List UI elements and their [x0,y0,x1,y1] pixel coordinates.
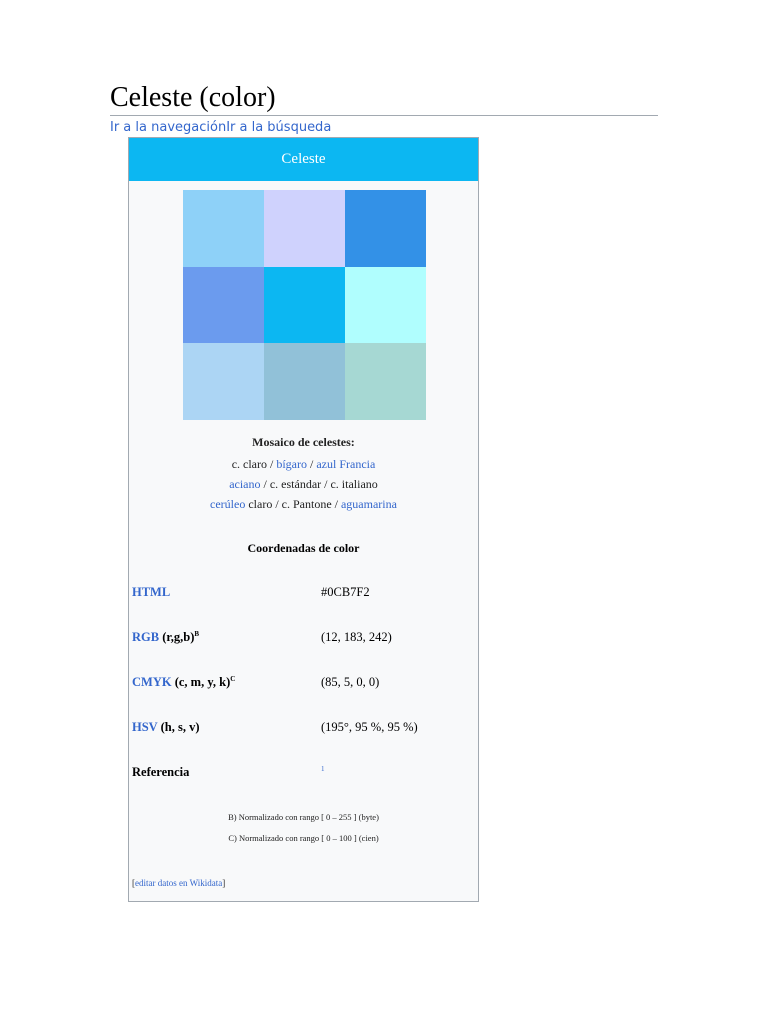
mosaic-title: Mosaico de celestes: [252,435,355,449]
row-cmyk: CMYK (c, m, y, k)C (85, 5, 0, 0) [132,675,379,690]
mosaic-swatch [345,343,426,420]
mosaic-swatch [345,267,426,343]
cmyk-label-rest: (c, m, y, k) [171,675,231,690]
jump-links: Ir a la navegaciónIr a la búsqueda [110,120,331,135]
row-html: HTML #0CB7F2 [132,585,370,600]
rgb-link[interactable]: RGB [132,630,159,644]
note-c: C) Normalizado con rango [ 0 – 100 ] (ci… [228,833,379,843]
mosaic-color-link[interactable]: aguamarina [341,497,397,511]
infobox: Celeste Mosaico de celestes: c. claro / … [128,137,479,902]
mosaic-color-link[interactable]: aciano [229,477,260,491]
row-hsv: HSV (h, s, v) (195°, 95 %, 95 %) [132,720,418,735]
mosaic-color-link[interactable]: bígaro [276,457,307,471]
cmyk-link[interactable]: CMYK [132,675,172,689]
mosaic-color-link[interactable]: cerúleo [210,497,245,511]
mosaic-swatch [264,190,345,267]
color-mosaic [183,190,426,420]
mosaic-swatch [345,190,426,267]
hsv-label-rest: (h, s, v) [157,720,200,734]
referencia-label: Referencia [132,765,190,779]
mosaic-swatch [183,190,264,267]
mosaic-swatch [183,267,264,343]
cmyk-footnote-marker: C [230,675,236,683]
mosaic-swatch [264,343,345,420]
mosaic-color-link[interactable]: azul Francia [316,457,375,471]
wikidata-edit: [editar datos en Wikidata] [132,878,226,888]
rgb-footnote-marker: B [194,630,200,638]
reference-1-link[interactable]: 1 [321,765,325,773]
mosaic-caption-text: c. claro [231,457,267,471]
color-coordinates-title: Coordenadas de color [247,541,360,555]
mosaic-caption-text: claro / c. Pantone / [245,497,341,511]
cmyk-value: (85, 5, 0, 0) [321,675,380,689]
mosaic-caption-line-1: c. claro / bígaro / azul Francia [129,457,478,472]
mosaic-swatch [264,267,345,343]
hsv-link[interactable]: HSV [132,720,157,734]
edit-wikidata-link[interactable]: editar datos en Wikidata [135,878,222,888]
mosaic-caption-text: / c. estándar / c. italiano [260,477,378,491]
title-divider [110,115,658,116]
rgb-value: (12, 183, 242) [321,630,392,644]
mosaic-caption-line-2: aciano / c. estándar / c. italiano [129,477,478,492]
mosaic-swatch [183,343,264,420]
page-title: Celeste (color) [110,82,276,113]
mosaic-caption-line-3: cerúleo claro / c. Pantone / aguamarina [129,497,478,512]
mosaic-caption-text: / [307,457,317,471]
row-rgb: RGB (r,g,b)B (12, 183, 242) [132,630,392,645]
note-b: B) Normalizado con rango [ 0 – 255 ] (by… [228,812,379,822]
infobox-header: Celeste [129,138,478,181]
row-referencia: Referencia 1 [132,765,325,780]
rgb-label-rest: (r,g,b) [159,630,195,645]
jump-to-navigation-link[interactable]: Ir a la navegación [110,120,226,135]
hsv-value: (195°, 95 %, 95 %) [321,720,418,734]
mosaic-caption-text: / [267,457,277,471]
html-value: #0CB7F2 [321,585,370,599]
jump-to-search-link[interactable]: Ir a la búsqueda [226,120,331,135]
html-link[interactable]: HTML [132,585,170,599]
